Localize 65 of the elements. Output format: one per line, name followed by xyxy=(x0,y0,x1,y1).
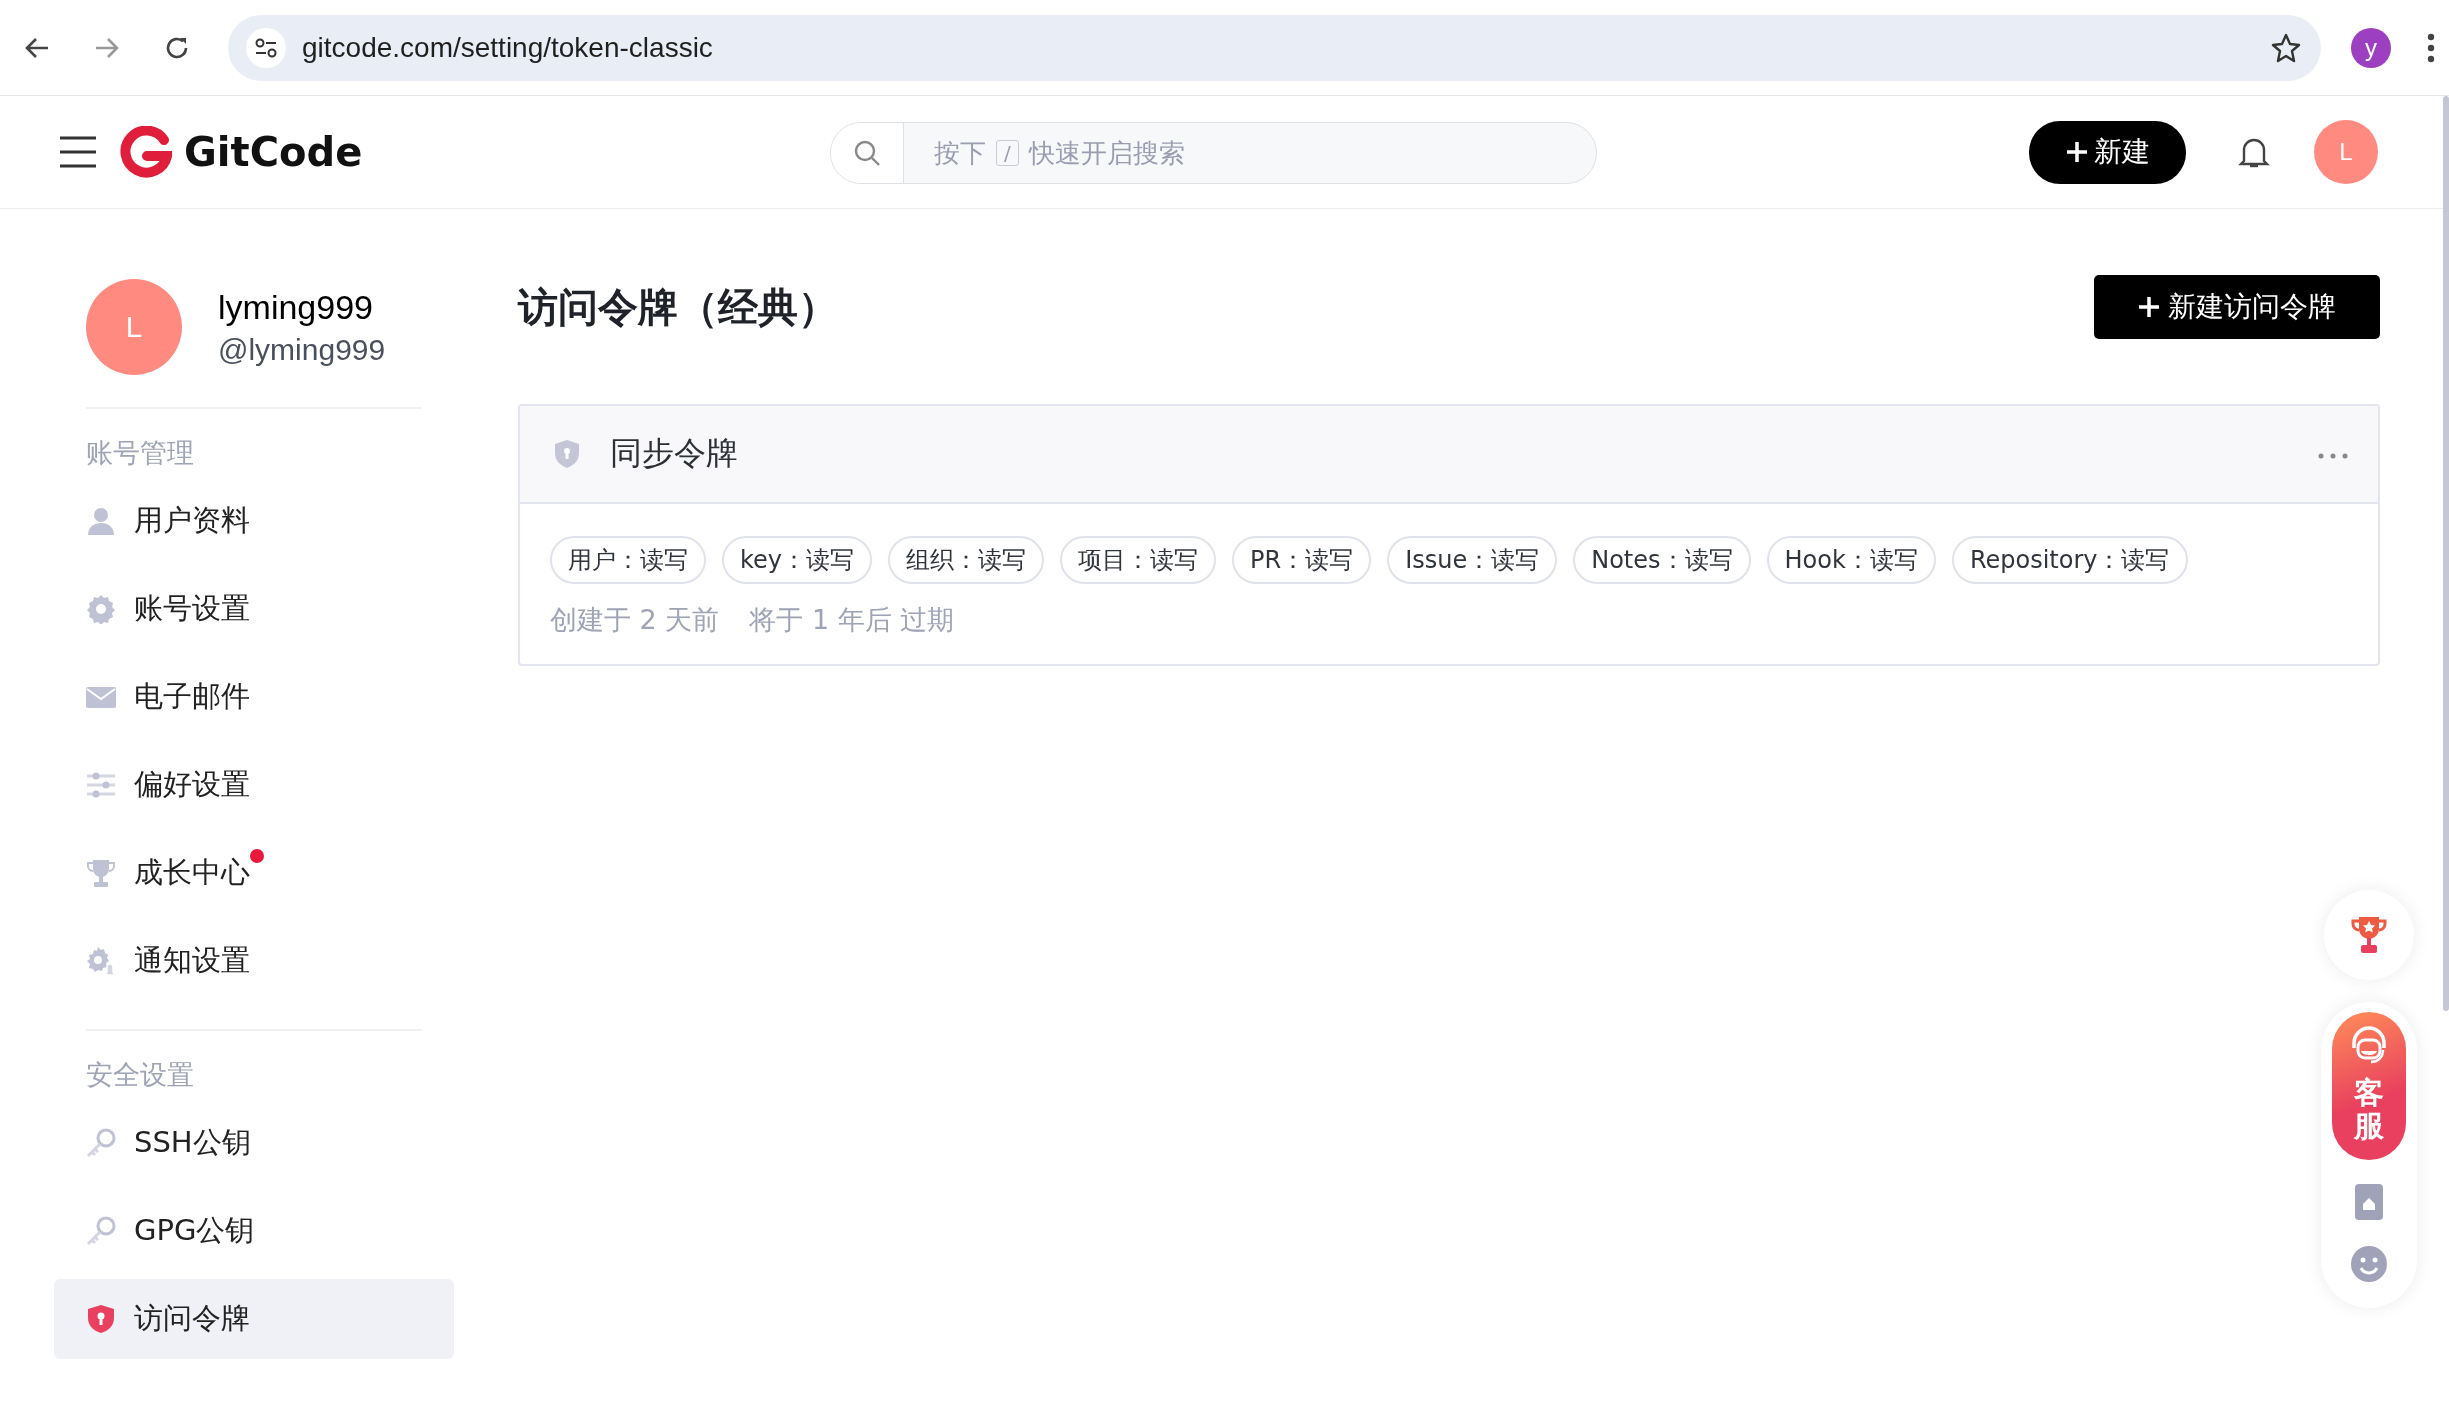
shield-icon xyxy=(554,439,580,469)
page-title: 访问令牌（经典） xyxy=(518,282,838,332)
user-avatar: L xyxy=(86,279,182,375)
url-text: gitcode.com/setting/token-classic xyxy=(302,31,714,64)
headset-icon xyxy=(2349,1026,2389,1066)
plus-icon xyxy=(2138,296,2160,318)
sidebar-item[interactable]: 成长中心 xyxy=(54,833,454,913)
person-icon xyxy=(86,506,116,536)
user-handle: @lyming999 xyxy=(218,332,386,367)
scope-tag: 项目：读写 xyxy=(1060,536,1216,584)
shortcut-key: / xyxy=(996,140,1019,166)
section-title: 安全设置 xyxy=(86,1058,195,1092)
more-menu-icon[interactable] xyxy=(2427,32,2435,63)
username: lyming999 xyxy=(218,287,374,327)
site-settings-icon[interactable] xyxy=(246,27,286,68)
search-icon xyxy=(853,139,881,167)
scope-tag: Issue：读写 xyxy=(1387,536,1558,584)
sidebar-item[interactable]: 访问令牌 xyxy=(54,1279,454,1359)
search-placeholder: 按下 xyxy=(934,136,986,170)
created-time: 创建于 2 天前 xyxy=(550,603,720,637)
scope-tag: Notes：读写 xyxy=(1573,536,1751,584)
sidebar-item-label: 账号设置 xyxy=(134,590,250,627)
trophy-icon xyxy=(86,858,116,888)
new-button[interactable]: 新建 xyxy=(2029,120,2186,184)
plus-icon xyxy=(2065,141,2088,163)
sidebar-item[interactable]: 账号设置 xyxy=(54,569,454,649)
sidebar-item-label: 成长中心 xyxy=(134,854,250,891)
sidebar-item[interactable]: GPG公钥 xyxy=(54,1191,454,1271)
logo-text[interactable]: GitCode xyxy=(184,129,363,175)
sidebar-item[interactable]: 用户资料 xyxy=(54,481,454,561)
sliders-icon xyxy=(86,770,116,800)
new-token-button[interactable]: 新建访问令牌 xyxy=(2094,275,2380,339)
scope-tag: Repository：读写 xyxy=(1951,536,2188,584)
scope-tag: 用户：读写 xyxy=(550,536,706,584)
sidebar-item[interactable]: 电子邮件 xyxy=(54,657,454,737)
sidebar-item-label: 通知设置 xyxy=(134,942,250,979)
search-placeholder: 快速开启搜索 xyxy=(1028,136,1185,170)
shield-icon xyxy=(86,1304,116,1334)
sidebar-item-label: 偏好设置 xyxy=(134,766,250,803)
sidebar-item-label: 用户资料 xyxy=(134,502,250,539)
sidebar-item-label: SSH公钥 xyxy=(134,1124,251,1161)
gear-icon xyxy=(86,594,116,624)
key-icon xyxy=(86,1216,116,1246)
sidebar-item-label: 访问令牌 xyxy=(134,1300,250,1337)
scope-tag: 组织：读写 xyxy=(888,536,1044,584)
address-bar[interactable]: gitcode.com/setting/token-classic xyxy=(228,14,2321,81)
gear-bell-icon xyxy=(86,946,116,976)
scope-tag: PR：读写 xyxy=(1232,536,1372,584)
sidebar-item[interactable]: 偏好设置 xyxy=(54,745,454,825)
key-icon xyxy=(86,1128,116,1158)
logo-icon[interactable] xyxy=(120,126,172,178)
sidebar-item-label: GPG公钥 xyxy=(134,1212,255,1249)
section-title: 账号管理 xyxy=(86,436,195,470)
customer-service-button[interactable]: 客服 xyxy=(2332,1012,2406,1160)
bookmark-star-icon[interactable] xyxy=(2271,32,2301,63)
scope-tag: key：读写 xyxy=(722,536,872,584)
token-name: 同步令牌 xyxy=(610,433,739,474)
sidebar-item[interactable]: 通知设置 xyxy=(54,921,454,1001)
profile-avatar[interactable]: y xyxy=(2351,27,2391,68)
trophy-icon xyxy=(2350,915,2388,955)
expiry-time: 将于 1 年后 过期 xyxy=(749,603,955,637)
sidebar-item[interactable]: SSH公钥 xyxy=(54,1103,454,1183)
scrollbar[interactable] xyxy=(2443,96,2449,1011)
scope-tag: Hook：读写 xyxy=(1766,536,1936,584)
sidebar-item-label: 电子邮件 xyxy=(134,678,250,715)
